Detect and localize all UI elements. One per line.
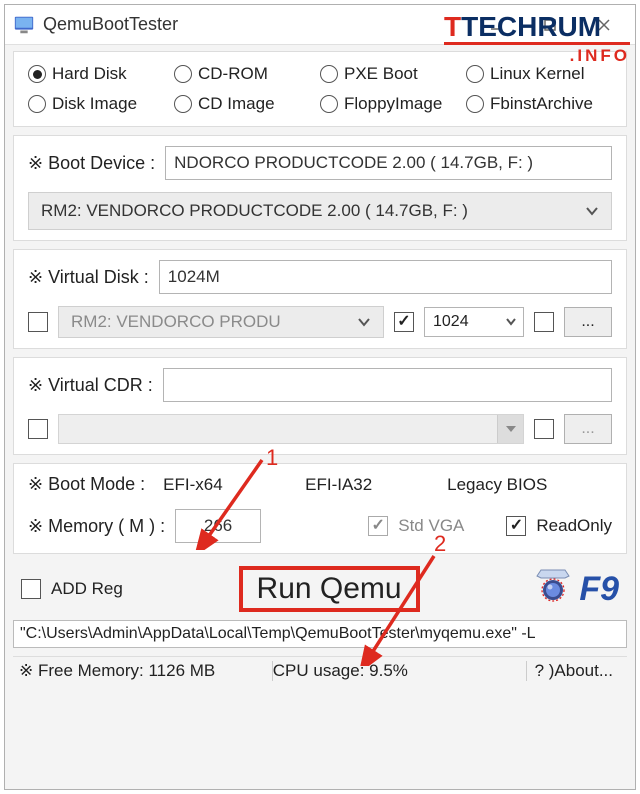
vcdr-browse-button[interactable]: ... bbox=[564, 414, 612, 444]
radio-floppy-image[interactable]: FloppyImage bbox=[320, 94, 466, 114]
maximize-button[interactable] bbox=[527, 9, 573, 41]
radio-cd-rom[interactable]: CD-ROM bbox=[174, 64, 320, 84]
command-line[interactable]: "C:\Users\Admin\AppData\Local\Temp\QemuB… bbox=[13, 620, 627, 648]
boot-device-panel: ※ Boot Device : NDORCO PRODUCTCODE 2.00 … bbox=[13, 135, 627, 241]
status-cpu-usage: CPU usage: 9.5% bbox=[273, 661, 527, 681]
boot-device-dropdown[interactable]: RM2: VENDORCO PRODUCTCODE 2.00 ( 14.7GB,… bbox=[28, 192, 612, 230]
radio-efi-ia32[interactable]: EFI-IA32 bbox=[299, 475, 429, 495]
virtual-disk-label: ※ Virtual Disk : bbox=[28, 267, 149, 288]
boot-mode-panel: ※ Boot Mode : EFI-x64 EFI-IA32 Legacy BI… bbox=[13, 463, 627, 554]
radio-cd-image[interactable]: CD Image bbox=[174, 94, 320, 114]
radio-pxe-boot[interactable]: PXE Boot bbox=[320, 64, 466, 84]
boot-type-panel: Hard Disk CD-ROM PXE Boot Linux Kernel D… bbox=[13, 51, 627, 127]
minimize-button[interactable] bbox=[473, 9, 519, 41]
app-window: QemuBootTester Hard Disk CD-ROM PXE Boot… bbox=[4, 4, 636, 790]
addreg-checkbox[interactable] bbox=[21, 579, 41, 599]
about-link[interactable]: ? )About... bbox=[527, 661, 621, 681]
virtual-cdr-panel: ※ Virtual CDR : ... bbox=[13, 357, 627, 455]
vdisk-combo[interactable]: RM2: VENDORCO PRODU bbox=[58, 306, 384, 338]
vcdr-scroll[interactable] bbox=[58, 414, 524, 444]
boot-device-label: ※ Boot Device : bbox=[28, 153, 155, 174]
lens-icon bbox=[535, 568, 571, 611]
radio-efi-x64[interactable]: EFI-x64 bbox=[157, 475, 287, 495]
virtual-disk-panel: ※ Virtual Disk : 1024M RM2: VENDORCO PRO… bbox=[13, 249, 627, 349]
vcdr-checkbox-right[interactable] bbox=[534, 419, 554, 439]
monitor-icon bbox=[13, 14, 35, 36]
readonly-checkbox[interactable] bbox=[506, 516, 526, 536]
chevron-down-icon bbox=[505, 313, 517, 331]
virtual-cdr-field[interactable] bbox=[163, 368, 612, 402]
chevron-down-icon bbox=[585, 201, 599, 221]
vcdr-checkbox-left[interactable] bbox=[28, 419, 48, 439]
radio-hard-disk[interactable]: Hard Disk bbox=[28, 64, 174, 84]
vdisk-checkbox-right[interactable] bbox=[534, 312, 554, 332]
window-title: QemuBootTester bbox=[43, 14, 178, 35]
vdisk-checkbox-left[interactable] bbox=[28, 312, 48, 332]
vdisk-size-combo[interactable]: 1024 bbox=[424, 307, 524, 337]
vdisk-size-checkbox[interactable] bbox=[394, 312, 414, 332]
virtual-cdr-label: ※ Virtual CDR : bbox=[28, 375, 153, 396]
radio-legacy-bios[interactable]: Legacy BIOS bbox=[441, 475, 571, 495]
memory-label: ※ Memory ( M ) : bbox=[28, 516, 165, 537]
run-qemu-button[interactable]: Run Qemu bbox=[239, 566, 420, 612]
chevron-down-icon bbox=[357, 312, 371, 332]
memory-field[interactable]: 266 bbox=[175, 509, 261, 543]
boot-mode-label: ※ Boot Mode : bbox=[28, 474, 145, 495]
stdvga-label: Std VGA bbox=[398, 516, 464, 536]
titlebar: QemuBootTester bbox=[5, 5, 635, 45]
status-free-memory: ※ Free Memory: 1126 MB bbox=[19, 661, 273, 681]
radio-disk-image[interactable]: Disk Image bbox=[28, 94, 174, 114]
radio-fbinst-archive[interactable]: FbinstArchive bbox=[466, 94, 612, 114]
status-bar: ※ Free Memory: 1126 MB CPU usage: 9.5% ?… bbox=[13, 656, 627, 685]
virtual-disk-field[interactable]: 1024M bbox=[159, 260, 612, 294]
boot-device-field[interactable]: NDORCO PRODUCTCODE 2.00 ( 14.7GB, F: ) bbox=[165, 146, 612, 180]
readonly-label: ReadOnly bbox=[536, 516, 612, 536]
addreg-label: ADD Reg bbox=[51, 579, 123, 599]
stdvga-checkbox[interactable] bbox=[368, 516, 388, 536]
f9-shortcut: F9 bbox=[535, 568, 619, 611]
vdisk-browse-button[interactable]: ... bbox=[564, 307, 612, 337]
close-button[interactable] bbox=[581, 9, 627, 41]
radio-linux-kernel[interactable]: Linux Kernel bbox=[466, 64, 612, 84]
